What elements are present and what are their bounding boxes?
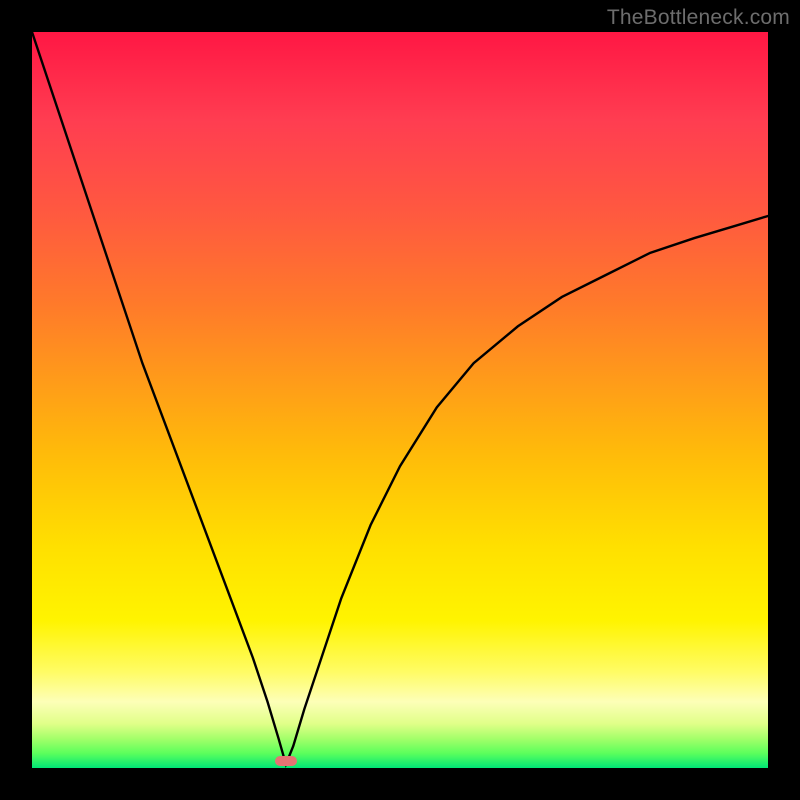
minimum-marker (275, 756, 297, 766)
plot-area (32, 32, 768, 768)
bottleneck-curve (32, 32, 768, 764)
watermark-text: TheBottleneck.com (607, 6, 790, 30)
chart-frame: TheBottleneck.com (0, 0, 800, 800)
curve-svg (32, 32, 768, 768)
